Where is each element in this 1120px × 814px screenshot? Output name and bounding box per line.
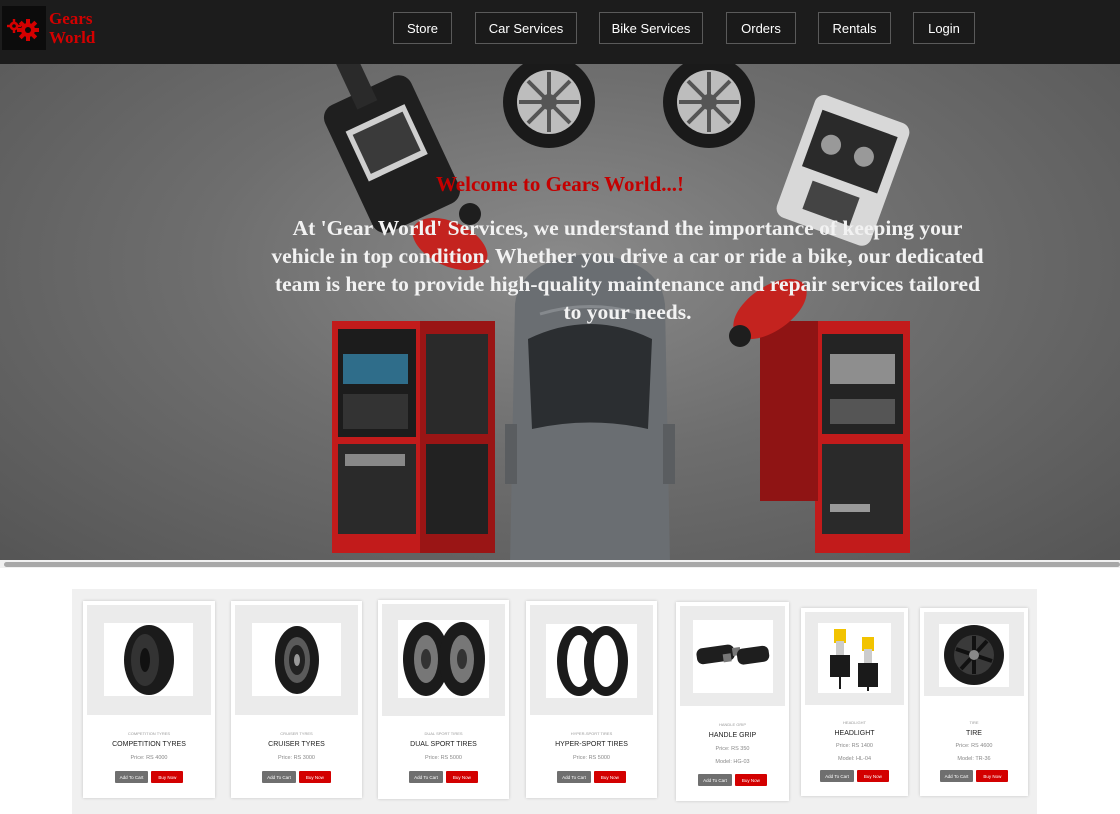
product-name: HYPER-SPORT TIRES <box>555 741 628 748</box>
product-price: Price: RS 5000 <box>573 755 610 761</box>
add-to-cart-button[interactable]: Add To Cart <box>939 770 974 782</box>
product-price: Price: RS 5000 <box>425 755 462 761</box>
scrollbar-thumb[interactable] <box>4 562 1120 567</box>
tire-image <box>104 623 193 696</box>
nav-car-services-button[interactable]: Car Services <box>475 12 577 44</box>
product-card[interactable]: HANDLE GRIP HANDLE GRIP Price: RS 350 Mo… <box>676 602 789 801</box>
add-to-cart-button[interactable]: Add To Cart <box>820 770 854 782</box>
nav-login-button[interactable]: Login <box>913 12 975 44</box>
tire-image <box>398 620 489 698</box>
headlight-image <box>818 623 891 693</box>
product-category: CRUISER TYRES <box>280 731 313 736</box>
tire-image <box>939 624 1009 687</box>
horizontal-scrollbar[interactable] <box>0 560 1120 568</box>
product-model: Model: HG-03 <box>715 759 750 765</box>
nav-rentals-button[interactable]: Rentals <box>818 12 891 44</box>
buy-now-button[interactable]: Buy Now <box>298 771 331 783</box>
product-card[interactable]: TIRE TIRE Price: RS 4600 Model: TR-36 Ad… <box>920 608 1028 796</box>
add-to-cart-button[interactable]: Add To Cart <box>114 771 149 783</box>
handle-grip-image <box>693 620 773 693</box>
brand-logo[interactable]: Gears World <box>2 6 95 50</box>
nav-orders-button[interactable]: Orders <box>726 12 796 44</box>
product-model: Model: HL-04 <box>837 756 872 762</box>
product-category: DUAL SPORT TIRES <box>424 731 463 736</box>
product-name: TIRE <box>966 730 982 737</box>
product-price: Price: RS 3000 <box>278 755 315 761</box>
product-list: COMPETITION TYRES COMPETITION TYRES Pric… <box>72 589 1037 814</box>
product-category: HANDLE GRIP <box>718 722 747 727</box>
nav-bike-services-button[interactable]: Bike Services <box>599 12 703 44</box>
spare-wheel-left <box>503 64 595 148</box>
buy-now-button[interactable]: Buy Now <box>976 770 1009 782</box>
product-category: COMPETITION TYRES <box>127 731 171 736</box>
product-price: Price: RS 4000 <box>130 755 168 761</box>
hero-banner: Welcome to Gears World...! At 'Gear Worl… <box>0 64 1120 564</box>
buy-now-button[interactable]: Buy Now <box>151 771 184 783</box>
product-card[interactable]: HYPER-SPORT TIRES HYPER-SPORT TIRES Pric… <box>526 601 657 798</box>
product-card[interactable]: CRUISER TYRES CRUISER TYRES Price: RS 30… <box>231 601 362 798</box>
add-to-cart-button[interactable]: Add To Cart <box>557 771 591 783</box>
hero-description: At 'Gear World' Services, we understand … <box>271 216 984 324</box>
nav-store-button[interactable]: Store <box>393 12 452 44</box>
product-card[interactable]: HEADLIGHT HEADLIGHT Price: RS 1400 Model… <box>801 608 908 796</box>
add-to-cart-button[interactable]: Add To Cart <box>698 774 732 786</box>
buy-now-button[interactable]: Buy Now <box>856 770 889 782</box>
product-name: COMPETITION TYRES <box>112 741 186 748</box>
product-price: Price: RS 350 <box>715 746 750 752</box>
product-name: DUAL SPORT TIRES <box>410 741 477 748</box>
brand-name: Gears World <box>49 9 95 47</box>
product-name: HEADLIGHT <box>834 730 875 737</box>
tool-cabinet-left <box>332 321 495 553</box>
product-card[interactable]: DUAL SPORT TIRES DUAL SPORT TIRES Price:… <box>378 600 509 799</box>
tire-image <box>252 623 341 696</box>
product-name: HANDLE GRIP <box>708 732 757 739</box>
gears-icon <box>2 6 46 50</box>
top-navbar: Gears World Store Car Services Bike Serv… <box>0 0 1120 64</box>
brand-line-2: World <box>49 28 96 47</box>
product-category: HYPER-SPORT TIRES <box>570 731 613 736</box>
product-price: Price: RS 4600 <box>955 743 993 749</box>
buy-now-button[interactable]: Buy Now <box>445 771 478 783</box>
product-category: TIRE <box>969 720 979 725</box>
product-price: Price: RS 1400 <box>836 743 873 749</box>
buy-now-button[interactable]: Buy Now <box>734 774 767 786</box>
buy-now-button[interactable]: Buy Now <box>593 771 626 783</box>
brand-line-1: Gears <box>49 9 93 28</box>
product-category: HEADLIGHT <box>843 720 866 725</box>
product-card[interactable]: COMPETITION TYRES COMPETITION TYRES Pric… <box>83 601 215 798</box>
spare-wheel-right <box>663 64 755 148</box>
product-name: CRUISER TYRES <box>268 741 325 748</box>
tire-image <box>546 624 637 698</box>
hero-title: Welcome to Gears World...! <box>435 172 685 196</box>
add-to-cart-button[interactable]: Add To Cart <box>409 771 443 783</box>
product-model: Model: TR-36 <box>957 756 991 762</box>
add-to-cart-button[interactable]: Add To Cart <box>262 771 296 783</box>
tool-cabinet-right <box>760 321 910 553</box>
